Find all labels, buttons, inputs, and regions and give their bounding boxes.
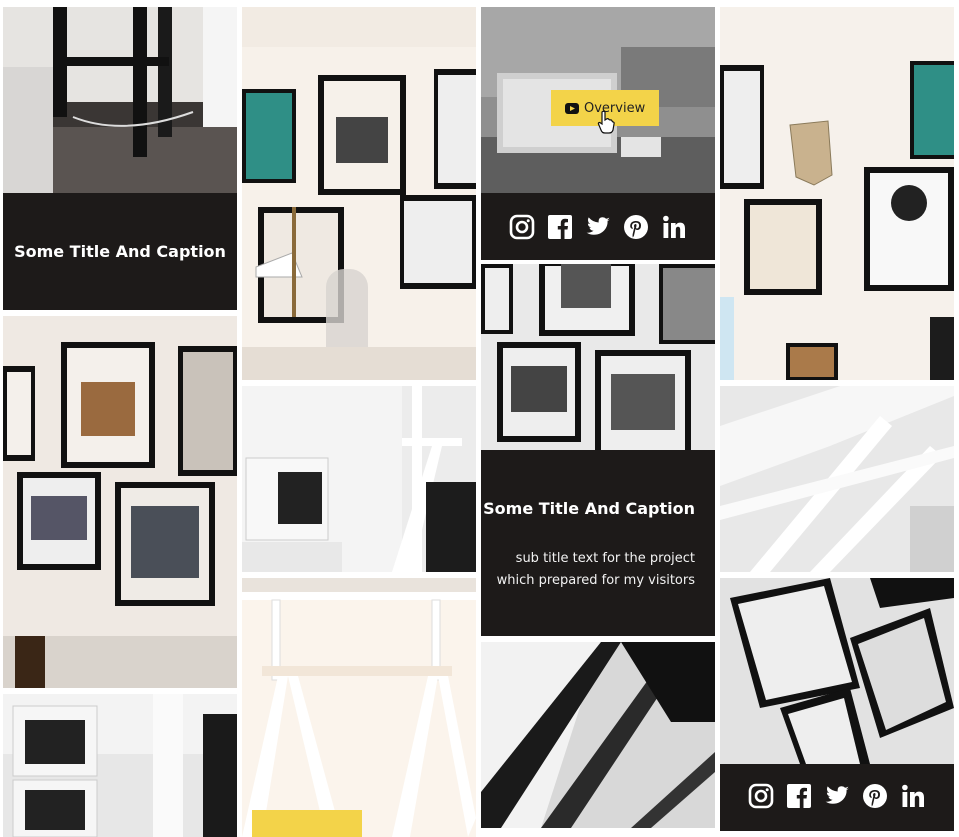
caption-card-middle: Some Title And Caption sub title text fo…	[481, 450, 715, 636]
photo-frames-mid[interactable]	[481, 264, 715, 450]
twitter-icon[interactable]	[585, 214, 611, 240]
linkedin-icon[interactable]	[900, 783, 926, 809]
social-card-top	[481, 193, 715, 260]
photo-stool-image	[3, 7, 237, 193]
social-links	[481, 214, 715, 240]
photo-sawhorse-angled[interactable]	[720, 386, 954, 572]
caption-subtitle: sub title text for the project which pre…	[475, 548, 695, 592]
hand-cursor-icon	[597, 110, 615, 134]
caption-card-top-left: Some Title And Caption	[3, 193, 237, 310]
photo-wall-lamp-image	[242, 7, 476, 380]
twitter-icon[interactable]	[824, 783, 850, 809]
photo-chair-image	[481, 642, 715, 828]
photo-sawhorse-desk[interactable]	[242, 578, 476, 837]
photo-wall-poster[interactable]	[720, 7, 954, 380]
facebook-icon[interactable]	[786, 783, 812, 809]
photo-frames-tilted[interactable]	[720, 578, 954, 764]
photo-frames-wall-left[interactable]	[3, 316, 237, 688]
photo-amplifier-image	[3, 694, 237, 837]
youtube-play-icon	[565, 102, 579, 114]
instagram-icon[interactable]	[509, 214, 535, 240]
photo-frames-image	[3, 316, 237, 688]
photo-wall-poster-image	[720, 7, 954, 380]
photo-amplifier-left[interactable]	[3, 694, 237, 837]
photo-frames-mid-image	[481, 264, 715, 450]
social-card-bottom	[720, 764, 954, 831]
caption-subtitle-line1: sub title text for the project	[515, 551, 695, 566]
caption-subtitle-line2: which prepared for my visitors	[496, 573, 695, 588]
pinterest-icon[interactable]	[862, 783, 888, 809]
facebook-icon[interactable]	[547, 214, 573, 240]
photo-wall-lamp[interactable]	[242, 7, 476, 380]
photo-chair-abstract[interactable]	[481, 642, 715, 828]
photo-computer-desk[interactable]: Overview	[481, 7, 715, 193]
photo-frames-tilted-image	[720, 578, 954, 764]
pinterest-icon[interactable]	[623, 214, 649, 240]
caption-title: Some Title And Caption	[483, 499, 695, 518]
caption-title: Some Title And Caption	[14, 242, 226, 261]
photo-shelf-radio[interactable]	[242, 386, 476, 572]
photo-sawhorse-angled-image	[720, 386, 954, 572]
social-links	[720, 783, 954, 809]
linkedin-icon[interactable]	[661, 214, 687, 240]
instagram-icon[interactable]	[748, 783, 774, 809]
photo-stool-floor[interactable]	[3, 7, 237, 193]
photo-sawhorse-image	[242, 578, 476, 837]
photo-shelf-radio-image	[242, 386, 476, 572]
